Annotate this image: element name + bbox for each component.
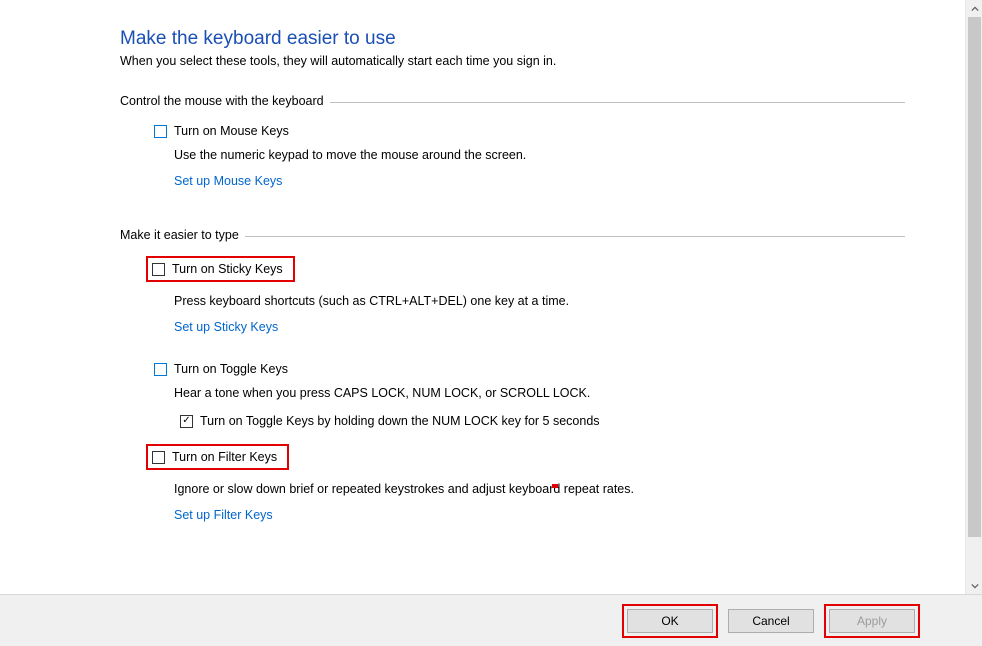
sticky-keys-checkbox[interactable]	[152, 263, 165, 276]
mouse-keys-desc: Use the numeric keypad to move the mouse…	[174, 148, 905, 162]
toggle-keys-desc: Hear a tone when you press CAPS LOCK, NU…	[174, 386, 905, 400]
apply-button-highlight: Apply	[824, 604, 920, 638]
scroll-down-button[interactable]	[966, 577, 982, 594]
scroll-up-button[interactable]	[966, 0, 982, 17]
filter-keys-checkbox[interactable]	[152, 451, 165, 464]
setup-sticky-keys-link[interactable]: Set up Sticky Keys	[174, 320, 278, 334]
group-label-mouse: Control the mouse with the keyboard	[120, 94, 905, 108]
page-title: Make the keyboard easier to use	[120, 28, 905, 50]
toggle-hold-checkbox[interactable]	[180, 415, 193, 428]
setup-mouse-keys-link[interactable]: Set up Mouse Keys	[174, 174, 282, 188]
ok-button[interactable]: OK	[627, 609, 713, 633]
dialog-footer: OK Cancel Apply	[0, 594, 982, 646]
toggle-keys-label: Turn on Toggle Keys	[174, 362, 288, 376]
scrollbar-thumb[interactable]	[968, 17, 981, 537]
ok-button-highlight: OK	[622, 604, 718, 638]
group-easier-type: Make it easier to type Turn on Sticky Ke…	[120, 228, 905, 540]
sticky-keys-desc: Press keyboard shortcuts (such as CTRL+A…	[174, 294, 905, 308]
toggle-keys-checkbox[interactable]	[154, 363, 167, 376]
chevron-up-icon	[971, 5, 979, 13]
settings-panel: Make the keyboard easier to use When you…	[0, 0, 965, 594]
mouse-keys-checkbox[interactable]	[154, 125, 167, 138]
group-mouse-keyboard: Control the mouse with the keyboard Turn…	[120, 94, 905, 206]
toggle-hold-label: Turn on Toggle Keys by holding down the …	[200, 414, 600, 428]
toggle-hold-option[interactable]: Turn on Toggle Keys by holding down the …	[176, 412, 905, 430]
page-subtitle: When you select these tools, they will a…	[120, 54, 905, 68]
vertical-scrollbar[interactable]	[965, 0, 982, 594]
cancel-button[interactable]: Cancel	[728, 609, 814, 633]
chevron-down-icon	[971, 582, 979, 590]
apply-button: Apply	[829, 609, 915, 633]
filter-keys-desc: Ignore or slow down brief or repeated ke…	[174, 482, 905, 496]
annotation-dot	[552, 484, 558, 488]
filter-keys-label[interactable]: Turn on Filter Keys	[172, 450, 277, 464]
toggle-keys-option[interactable]: Turn on Toggle Keys	[150, 360, 905, 378]
group-label-type: Make it easier to type	[120, 228, 905, 242]
mouse-keys-option[interactable]: Turn on Mouse Keys	[150, 122, 905, 140]
setup-filter-keys-link[interactable]: Set up Filter Keys	[174, 508, 273, 522]
mouse-keys-label: Turn on Mouse Keys	[174, 124, 289, 138]
sticky-keys-label[interactable]: Turn on Sticky Keys	[172, 262, 283, 276]
sticky-keys-highlight: Turn on Sticky Keys	[146, 256, 295, 282]
filter-keys-highlight: Turn on Filter Keys	[146, 444, 289, 470]
